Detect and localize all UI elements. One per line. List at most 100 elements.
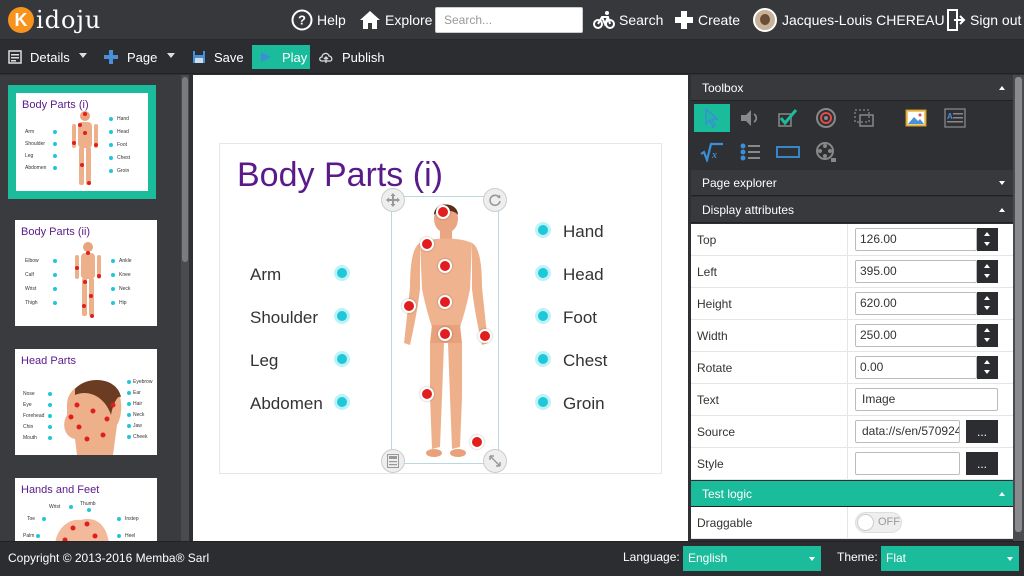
page-button[interactable]: Page	[103, 40, 157, 74]
toggle-state: OFF	[878, 516, 900, 528]
page-explorer-header[interactable]: Page explorer	[691, 170, 1013, 196]
panel-scrollbar-thumb[interactable]	[1015, 77, 1022, 532]
attr-divider	[847, 448, 848, 480]
textbox-tool[interactable]	[770, 138, 806, 166]
connector-dot[interactable]	[535, 222, 551, 238]
connector-tool[interactable]	[846, 104, 882, 132]
page-thumbnail-1[interactable]: Body Parts (i) Arm Shoulder Leg Abdomen …	[8, 85, 156, 199]
thumbnails-scrollbar-thumb[interactable]	[182, 77, 188, 262]
language-select[interactable]: English	[683, 546, 821, 571]
page-dropdown-caret[interactable]	[167, 53, 175, 58]
connector-dot[interactable]	[535, 394, 551, 410]
body-part-label[interactable]: Abdomen	[250, 394, 323, 414]
height-spinner[interactable]	[977, 292, 998, 315]
image-selection-box[interactable]	[391, 196, 499, 464]
attr-label: Left	[697, 265, 718, 279]
body-part-label[interactable]: Head	[563, 265, 604, 285]
thumbnail-label: Neck	[119, 286, 131, 292]
thumbnail-radio	[48, 414, 52, 418]
rotate-handle[interactable]	[483, 188, 507, 212]
user-menu[interactable]: Jacques-Louis CHEREAU	[753, 0, 945, 40]
draggable-toggle[interactable]: OFF	[855, 512, 902, 533]
source-input[interactable]: data://s/en/570924	[855, 420, 960, 443]
search-button-label: Search	[619, 12, 664, 28]
height-input[interactable]: 620.00	[855, 292, 977, 315]
width-input[interactable]: 250.00	[855, 324, 977, 347]
display-attributes-header[interactable]: Display attributes	[691, 197, 1013, 223]
kidoju-logo[interactable]: K idoju	[8, 4, 101, 36]
play-button[interactable]: Play	[252, 45, 310, 69]
thumbnails-scrollbar[interactable]	[181, 75, 189, 541]
top-input[interactable]: 126.00	[855, 228, 977, 251]
move-handle[interactable]	[381, 188, 405, 212]
body-part-label[interactable]: Arm	[250, 265, 281, 285]
plus-icon	[675, 11, 693, 29]
connector-dot[interactable]	[535, 308, 551, 324]
svg-text:?: ?	[298, 13, 306, 28]
thumbnail-label: Thigh	[25, 300, 38, 306]
connector-dot[interactable]	[535, 351, 551, 367]
body-part-label[interactable]: Hand	[563, 222, 604, 242]
attr-row-draggable: Draggable OFF	[691, 507, 1013, 539]
video-tool[interactable]	[808, 138, 844, 166]
test-logic-header[interactable]: Test logic	[691, 481, 1013, 507]
text-input[interactable]: Image	[855, 388, 998, 411]
math-tool[interactable]: x	[694, 138, 730, 166]
connector-dot[interactable]	[334, 394, 350, 410]
width-spinner[interactable]	[977, 324, 998, 347]
checkbox-tool[interactable]	[770, 104, 806, 132]
top-spinner[interactable]	[977, 228, 998, 251]
body-part-label[interactable]: Leg	[250, 351, 278, 371]
left-spinner[interactable]	[977, 260, 998, 283]
toolbox-header[interactable]: Toolbox	[691, 75, 1013, 101]
connector-dot[interactable]	[334, 308, 350, 324]
panel-scrollbar[interactable]	[1013, 75, 1024, 541]
left-input[interactable]: 395.00	[855, 260, 977, 283]
search-button[interactable]: Search	[593, 0, 663, 40]
calculator-icon	[387, 454, 399, 468]
source-browse-button[interactable]: ...	[966, 420, 998, 443]
body-part-label[interactable]: Groin	[563, 394, 605, 414]
publish-button[interactable]: Publish	[318, 40, 385, 74]
page-thumbnail-2[interactable]: Body Parts (ii) Elbow Calf Wrist Thigh A…	[15, 220, 157, 326]
menu-handle[interactable]	[381, 449, 405, 473]
image-tool[interactable]	[898, 104, 934, 132]
list-tool[interactable]	[732, 138, 768, 166]
svg-text:x: x	[711, 150, 717, 161]
rotate-input[interactable]: 0.00	[855, 356, 977, 379]
thumbnail-label: Chest	[117, 155, 131, 161]
audio-tool[interactable]	[732, 104, 768, 132]
thumbnail-radio	[53, 130, 57, 134]
connector-dot[interactable]	[334, 265, 350, 281]
save-button[interactable]: Save	[192, 40, 244, 74]
resize-handle[interactable]	[483, 449, 507, 473]
pointer-tool[interactable]	[694, 104, 730, 132]
body-part-label[interactable]: Foot	[563, 308, 597, 328]
text-tool[interactable]: A	[937, 104, 973, 132]
stage-page[interactable]: Body Parts (i) Arm Shoulder Leg Abdomen	[219, 143, 662, 474]
theme-select[interactable]: Flat	[881, 546, 1019, 571]
body-part-label[interactable]: Shoulder	[250, 308, 318, 328]
page-title[interactable]: Body Parts (i)	[237, 156, 443, 195]
rotate-spinner[interactable]	[977, 356, 998, 379]
explore-link[interactable]: Explore	[359, 0, 432, 40]
thumbnail-radio	[117, 534, 121, 538]
connector-dot[interactable]	[334, 351, 350, 367]
connector-dot[interactable]	[535, 265, 551, 281]
style-browse-button[interactable]: ...	[966, 452, 998, 475]
create-link[interactable]: Create	[674, 0, 740, 40]
page-thumbnail-3[interactable]: Head Parts Nose Eye Forehead Chin Mouth …	[15, 349, 157, 455]
sign-out-link[interactable]: Sign out	[946, 0, 1021, 40]
search-input[interactable]	[435, 7, 583, 33]
pointer-icon	[705, 108, 719, 128]
move-icon	[386, 193, 400, 207]
body-part-label[interactable]: Chest	[563, 351, 607, 371]
details-dropdown-caret[interactable]	[79, 53, 87, 58]
style-input[interactable]	[855, 452, 960, 475]
page-thumbnail-4[interactable]: Hands and Feet Wrist Thumb Toe Palm Inst…	[15, 478, 157, 541]
target-tool[interactable]	[808, 104, 844, 132]
thumbnail-radio	[111, 273, 115, 277]
thumbnail-label: Head	[117, 129, 129, 135]
help-link[interactable]: ? Help	[291, 0, 346, 40]
details-button[interactable]: Details	[8, 40, 70, 74]
